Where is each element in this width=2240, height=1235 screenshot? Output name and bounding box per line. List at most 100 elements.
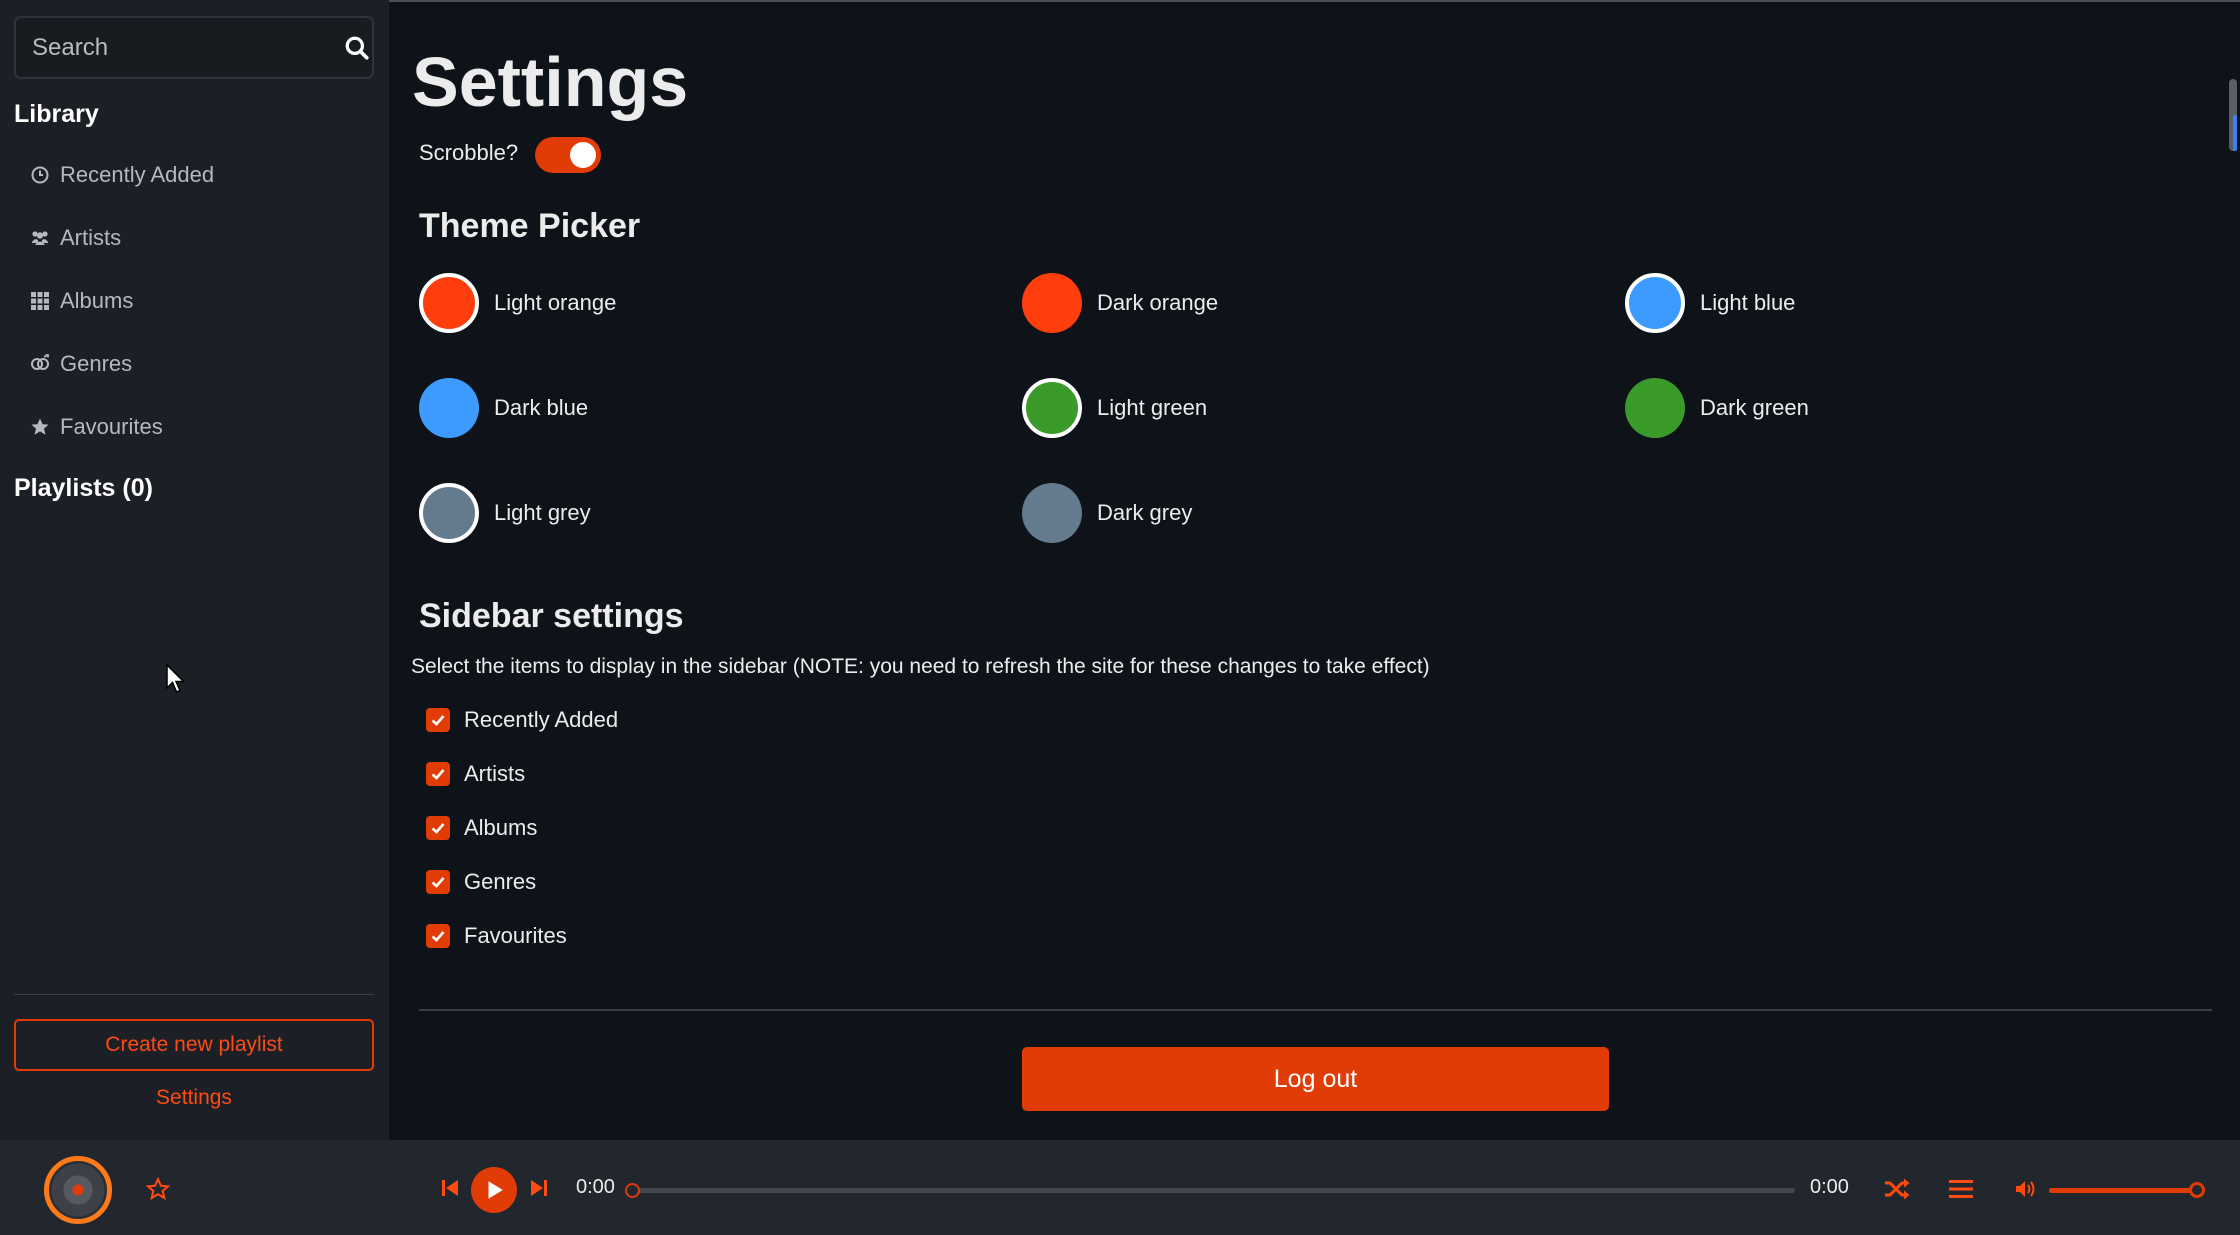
scrobble-toggle[interactable] — [535, 137, 601, 173]
theme-swatch[interactable] — [1625, 273, 1685, 333]
theme-swatch[interactable] — [1625, 378, 1685, 438]
theme-label: Light blue — [1700, 290, 1796, 315]
sidebar-settings-title: Sidebar settings — [419, 597, 684, 635]
theme-option-dark-grey[interactable]: Dark grey — [1022, 483, 1192, 543]
player-bar: 0:00 0:00 — [0, 1140, 2240, 1235]
check-icon — [431, 715, 445, 726]
favourite-button[interactable] — [145, 1176, 171, 1202]
theme-option-light-green[interactable]: Light green — [1022, 378, 1207, 438]
clock-icon — [31, 166, 49, 184]
toggle-knob — [570, 142, 596, 168]
theme-swatch[interactable] — [419, 378, 479, 438]
theme-label: Light green — [1097, 395, 1208, 420]
sidebar-item-label: Recently Added — [60, 162, 215, 187]
scrobble-label: Scrobble? — [419, 140, 519, 165]
theme-swatch[interactable] — [419, 483, 479, 543]
search-button[interactable] — [342, 18, 372, 77]
theme-picker-title: Theme Picker — [419, 207, 641, 245]
theme-swatch[interactable] — [1022, 378, 1082, 438]
list-icon — [1949, 1180, 1973, 1198]
genres-icon — [31, 354, 49, 370]
sidebar-item-label: Favourites — [60, 414, 163, 439]
sidebar-item-genres[interactable]: Genres — [30, 351, 132, 377]
theme-option-light-blue[interactable]: Light blue — [1625, 273, 1795, 333]
logout-button[interactable]: Log out — [1022, 1047, 1609, 1111]
checkbox-label: Favourites — [464, 923, 567, 948]
checkbox-label: Albums — [464, 815, 538, 840]
shuffle-button[interactable] — [1882, 1174, 1912, 1204]
settings-link[interactable]: Settings — [14, 1086, 374, 1110]
create-playlist-button[interactable]: Create new playlist — [14, 1019, 374, 1071]
sidebar-item-favourites[interactable]: Favourites — [30, 414, 163, 440]
sidebar-item-albums[interactable]: Albums — [30, 288, 133, 314]
volume-icon — [2016, 1181, 2035, 1197]
check-icon — [431, 877, 445, 888]
checkbox[interactable] — [426, 762, 450, 786]
seek-bar[interactable] — [625, 1183, 1795, 1198]
volume-handle[interactable] — [2189, 1182, 2205, 1198]
total-time: 0:00 — [1810, 1176, 1849, 1198]
playlists-title[interactable]: Playlists (0) — [14, 474, 153, 503]
users-icon — [32, 231, 48, 245]
search-box — [14, 16, 374, 79]
volume-button[interactable] — [2014, 1177, 2038, 1201]
check-icon — [431, 769, 445, 780]
previous-button[interactable] — [439, 1177, 461, 1199]
sidebar-item-label: Artists — [60, 225, 122, 250]
sidebar-option-favourites[interactable]: Favourites — [426, 923, 567, 949]
sidebar-option-artists[interactable]: Artists — [426, 761, 525, 787]
page-title: Settings — [412, 43, 689, 121]
theme-label: Dark grey — [1097, 500, 1193, 525]
checkbox[interactable] — [426, 816, 450, 840]
theme-option-dark-green[interactable]: Dark green — [1625, 378, 1809, 438]
check-icon — [431, 931, 445, 942]
theme-label: Light orange — [494, 290, 617, 315]
star-icon — [31, 418, 49, 435]
next-button[interactable] — [528, 1177, 550, 1199]
sidebar-item-recently-added[interactable]: Recently Added — [30, 162, 214, 188]
theme-option-dark-blue[interactable]: Dark blue — [419, 378, 588, 438]
sidebar-option-albums[interactable]: Albums — [426, 815, 537, 841]
search-input[interactable] — [16, 33, 342, 62]
sidebar: Library Recently Added Artists Albums — [0, 0, 389, 1140]
sidebar-option-recently-added[interactable]: Recently Added — [426, 707, 618, 733]
skip-forward-icon — [531, 1180, 547, 1196]
theme-option-dark-orange[interactable]: Dark orange — [1022, 273, 1218, 333]
theme-option-light-grey[interactable]: Light grey — [419, 483, 591, 543]
current-time: 0:00 — [576, 1176, 615, 1198]
checkbox[interactable] — [426, 924, 450, 948]
sidebar-settings-hint: Select the items to display in the sideb… — [411, 655, 1430, 678]
theme-label: Dark orange — [1097, 290, 1219, 315]
scrollbar-thumb[interactable] — [2229, 79, 2237, 151]
theme-swatch[interactable] — [419, 273, 479, 333]
theme-label: Light grey — [494, 500, 591, 525]
play-icon — [488, 1181, 503, 1199]
sidebar-option-genres[interactable]: Genres — [426, 869, 536, 895]
checkbox[interactable] — [426, 708, 450, 732]
theme-label: Dark blue — [494, 395, 589, 420]
theme-swatch[interactable] — [1022, 483, 1082, 543]
volume-fill — [2049, 1188, 2197, 1193]
sidebar-item-label: Genres — [60, 351, 133, 376]
star-outline-icon — [146, 1177, 170, 1201]
grid-icon — [31, 292, 49, 310]
skip-back-icon — [442, 1180, 458, 1196]
seek-handle[interactable] — [625, 1183, 640, 1198]
section-divider — [419, 1009, 2212, 1011]
library-title: Library — [14, 100, 99, 128]
theme-label: Dark green — [1700, 395, 1809, 420]
checkbox-label: Genres — [464, 869, 537, 894]
volume-slider[interactable] — [2049, 1182, 2205, 1198]
theme-swatch[interactable] — [1022, 273, 1082, 333]
theme-option-light-orange[interactable]: Light orange — [419, 273, 616, 333]
checkbox-label: Artists — [464, 761, 526, 786]
queue-button[interactable] — [1946, 1174, 1976, 1204]
checkbox-label: Recently Added — [464, 707, 619, 732]
sidebar-item-label: Albums — [60, 288, 134, 313]
sidebar-item-artists[interactable]: Artists — [30, 225, 121, 251]
scrollbar[interactable] — [2226, 4, 2240, 1140]
sidebar-divider — [14, 994, 374, 995]
checkbox[interactable] — [426, 870, 450, 894]
album-art-disc — [44, 1156, 112, 1224]
play-button[interactable] — [471, 1167, 517, 1213]
